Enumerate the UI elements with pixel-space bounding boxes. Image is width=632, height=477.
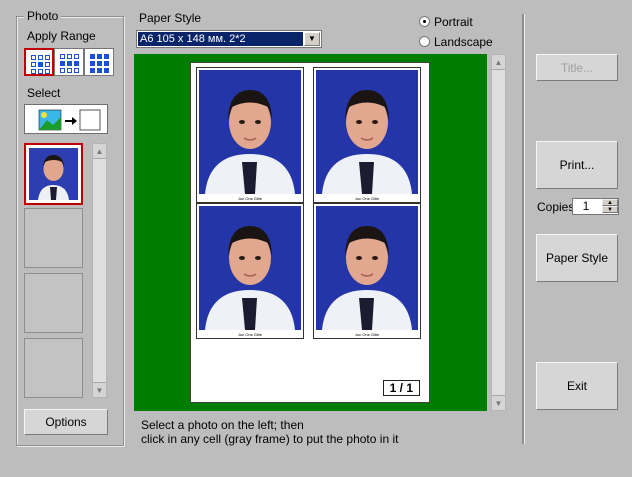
girl-portrait-icon [322,226,412,330]
preview-scrollbar[interactable]: ▲ ▼ [491,54,506,411]
girl-portrait-thumbnail-icon [29,148,78,200]
photo-cell[interactable]: Jun Ons Gitle [313,203,421,339]
exit-button[interactable]: Exit [536,362,618,410]
title-button[interactable]: Title... [536,54,618,81]
portrait-photo [199,206,301,330]
copies-value[interactable]: 1 [573,199,599,214]
portrait-label: Portrait [434,15,473,29]
thumbnail-scrollbar[interactable]: ▲ ▼ [92,143,107,398]
photo-cell[interactable]: Jun Ons Gitle [196,203,304,339]
single-cell-grid-icon [31,55,50,74]
photo-cell[interactable]: Jun Ons Gitle [196,67,304,203]
paper-style-button[interactable]: Paper Style [536,234,618,282]
landscape-radio[interactable] [419,36,430,47]
photo-caption: Jun Ons Gitle [354,332,380,337]
spin-up-icon[interactable]: ▲ [602,199,618,206]
instruction-line-2: click in any cell (gray frame) to put th… [141,432,399,446]
options-button[interactable]: Options [24,409,108,435]
all-cells-grid-icon [90,54,109,73]
photo-thumbnail-empty[interactable] [24,273,83,333]
instruction-text: Select a photo on the left; then click i… [141,418,398,446]
scroll-down-arrow-icon[interactable]: ▼ [93,382,106,397]
select-label: Select [27,86,61,100]
apply-range-single-button[interactable] [24,48,54,76]
portrait-photo [316,206,418,330]
print-button[interactable]: Print... [536,141,618,189]
print-preview-area[interactable]: Jun Ons Gitle Jun Ons Gitle Jun Ons Gitl… [134,54,487,411]
chevron-down-icon[interactable]: ▼ [304,32,320,46]
apply-range-row-button[interactable] [54,48,84,76]
panel-divider [522,14,525,444]
photo-cell[interactable]: Jun Ons Gitle [313,67,421,203]
spin-down-icon[interactable]: ▼ [602,206,618,213]
copies-label: Copies [537,200,575,214]
photo-thumbnail-empty[interactable] [24,208,83,268]
portrait-photo [316,70,418,194]
photo-thumbnail-empty[interactable] [24,338,83,398]
paper-style-selected-value: A6 105 x 148 мм. 2*2 [138,32,303,46]
photo-caption: Jun Ons Gitle [237,332,263,337]
landscape-label: Landscape [434,35,493,49]
photo-caption: Jun Ons Gitle [354,196,380,201]
girl-portrait-icon [322,90,412,194]
paper-style-label: Paper Style [139,11,202,25]
girl-portrait-icon [205,90,295,194]
scroll-down-arrow-icon[interactable]: ▼ [492,395,505,410]
apply-range-label: Apply Range [27,29,96,43]
portrait-radio[interactable] [419,16,430,27]
row-grid-icon [60,54,79,73]
paper-sheet: Jun Ons Gitle Jun Ons Gitle Jun Ons Gitl… [190,62,430,403]
apply-range-all-button[interactable] [84,48,114,76]
photo-thumbnail-selected[interactable] [24,143,83,205]
portrait-photo [199,70,301,194]
image-to-frame-icon [38,109,101,131]
girl-portrait-icon [205,226,295,330]
paper-style-select[interactable]: A6 105 x 148 мм. 2*2 ▼ [136,30,322,48]
photo-caption: Jun Ons Gitle [237,196,263,201]
copies-stepper[interactable]: 1 ▲ ▼ [572,198,619,215]
instruction-line-1: Select a photo on the left; then [141,418,304,432]
scroll-up-arrow-icon[interactable]: ▲ [93,144,106,159]
photo-group-title: Photo [24,9,62,23]
page-indicator: 1 / 1 [382,380,420,396]
select-photo-button[interactable] [24,104,108,134]
scroll-up-arrow-icon[interactable]: ▲ [492,55,505,70]
